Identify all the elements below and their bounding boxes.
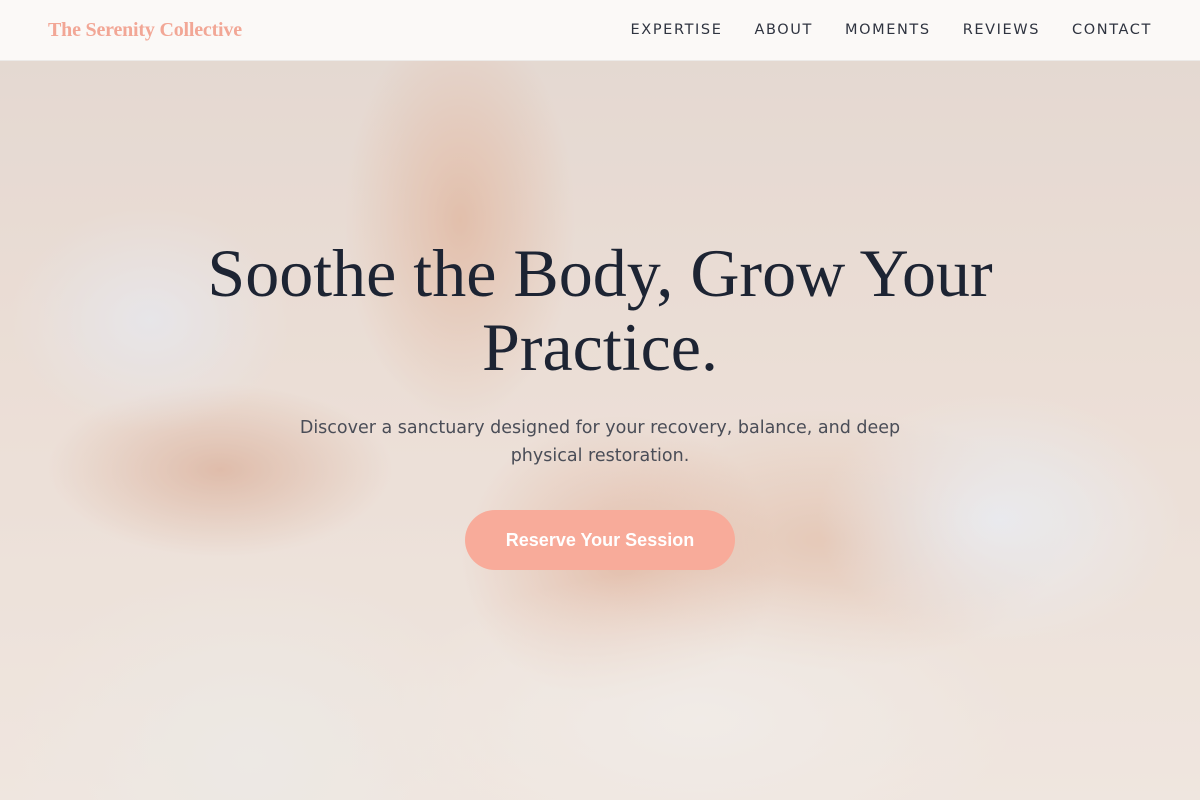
nav-item-contact: CONTACT bbox=[1072, 21, 1152, 39]
navbar: The Serenity Collective EXPERTISE ABOUT … bbox=[0, 0, 1200, 61]
hero-headline: Soothe the Body, Grow Your Practice. bbox=[207, 235, 993, 385]
reserve-session-button[interactable]: Reserve Your Session bbox=[465, 510, 735, 570]
nav-links: EXPERTISE ABOUT MOMENTS REVIEWS CONTACT bbox=[631, 21, 1152, 39]
nav-item-expertise: EXPERTISE bbox=[631, 21, 723, 39]
nav-link-about[interactable]: ABOUT bbox=[754, 22, 813, 38]
nav-link-expertise[interactable]: EXPERTISE bbox=[631, 22, 723, 38]
nav-link-contact[interactable]: CONTACT bbox=[1072, 22, 1152, 38]
nav-link-reviews[interactable]: REVIEWS bbox=[963, 22, 1040, 38]
brand-logo[interactable]: The Serenity Collective bbox=[48, 19, 242, 42]
nav-item-moments: MOMENTS bbox=[845, 21, 931, 39]
nav-link-moments[interactable]: MOMENTS bbox=[845, 22, 931, 38]
hero-subtitle: Discover a sanctuary designed for your r… bbox=[299, 418, 901, 466]
nav-item-about: ABOUT bbox=[754, 21, 813, 39]
nav-item-reviews: REVIEWS bbox=[963, 21, 1040, 39]
hero-section: Soothe the Body, Grow Your Practice. Dis… bbox=[0, 236, 1200, 570]
